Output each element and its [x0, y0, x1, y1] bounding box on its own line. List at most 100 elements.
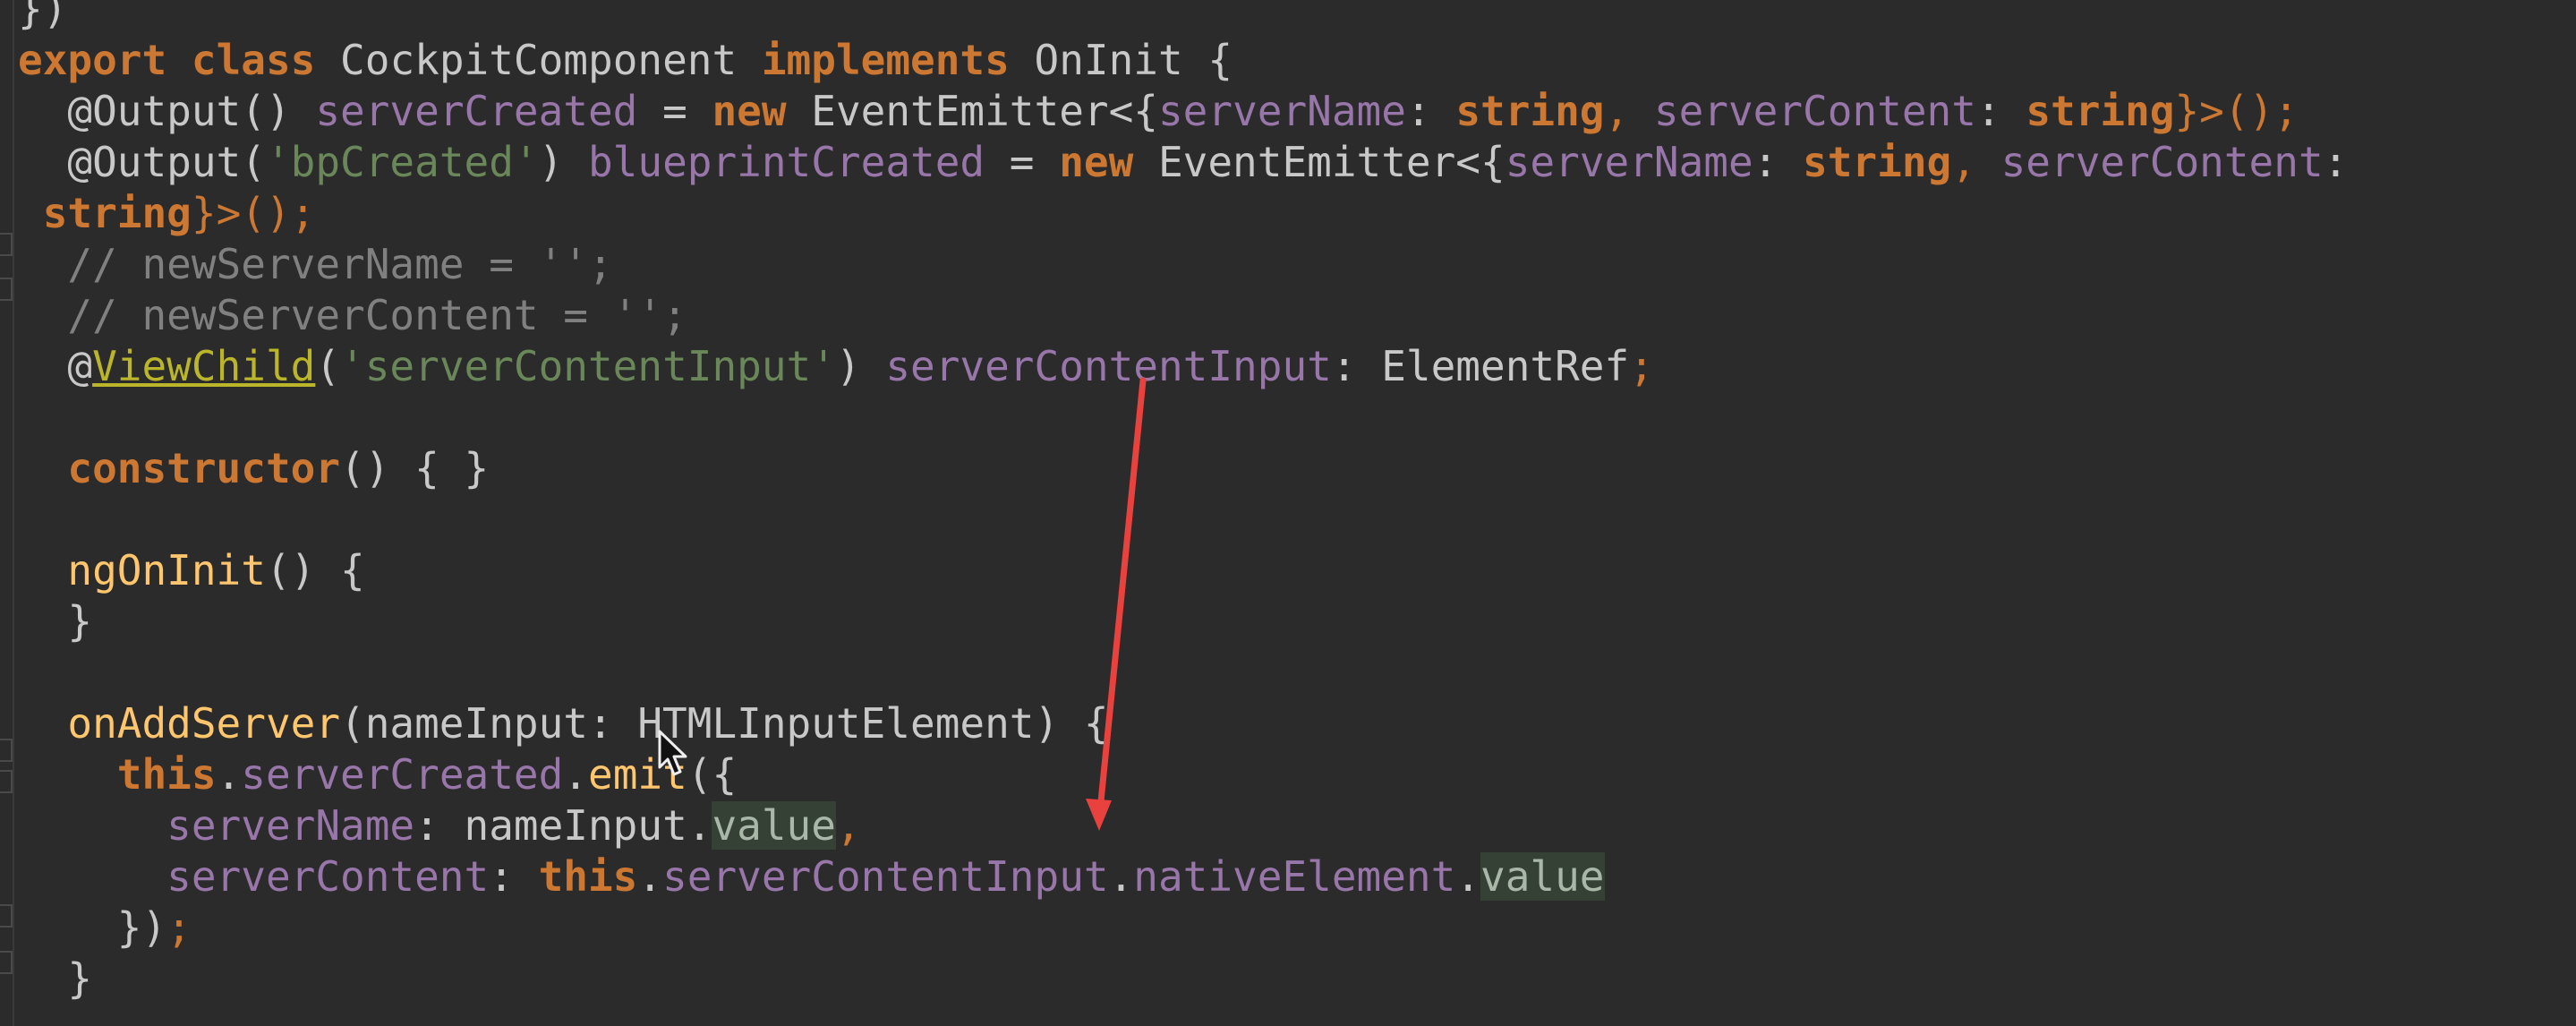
code-token: ; [166, 903, 192, 952]
code-token: () [241, 87, 316, 135]
code-line[interactable]: }); [18, 902, 192, 953]
code-token: ViewChild [92, 342, 316, 390]
code-line[interactable]: // newServerContent = ''; [18, 290, 687, 341]
code-token: : nameInput. [414, 801, 712, 850]
code-token: CockpitComponent [315, 36, 762, 84]
code-token: }>(); [191, 189, 316, 237]
code-token: serverCreated [315, 87, 638, 135]
fold-marker[interactable] [0, 739, 13, 762]
fold-marker[interactable] [0, 233, 13, 256]
code-line[interactable]: serverName: nameInput.value, [18, 800, 861, 851]
fold-marker[interactable] [0, 904, 13, 928]
code-token: value [1480, 852, 1605, 901]
code-token: serverContent [166, 852, 490, 901]
code-token: = [985, 138, 1060, 186]
code-line[interactable]: ngOnInit() { [18, 545, 365, 596]
code-token: ) [835, 342, 886, 390]
code-token: @Output( [18, 138, 266, 186]
fold-marker[interactable] [0, 951, 13, 974]
code-token: ngOnInit [67, 546, 266, 594]
code-token: : [1405, 87, 1456, 135]
code-line[interactable]: @Output('bpCreated') blueprintCreated = … [18, 137, 2348, 188]
code-token: constructor [67, 444, 341, 492]
code-token: }) [18, 903, 167, 952]
code-token: EventEmitter<{ [1133, 138, 1506, 186]
code-line[interactable]: export class CockpitComponent implements… [18, 35, 1233, 86]
code-token: serverName [1157, 87, 1406, 135]
code-token: export [18, 36, 167, 84]
code-line[interactable]: } [18, 596, 92, 647]
code-token: string [1803, 138, 1952, 186]
code-token: : [1753, 138, 1804, 186]
code-token: this [116, 750, 217, 799]
code-token: . [1108, 852, 1134, 901]
code-token: @Output [18, 87, 242, 135]
code-token: @ [18, 342, 93, 390]
code-token: }) [18, 0, 68, 33]
code-token: , [835, 801, 861, 850]
code-token: string [18, 189, 192, 237]
code-line[interactable]: // newServerName = ''; [18, 239, 613, 290]
code-token: OnInit { [1009, 36, 1233, 84]
code-token: ({ [687, 750, 738, 799]
code-token: : [1975, 87, 2026, 135]
code-line[interactable]: serverContent: this.serverContentInput.n… [18, 851, 1605, 902]
code-token: serverContent [2000, 138, 2324, 186]
code-token: , [1604, 87, 1654, 135]
code-token: } [18, 597, 93, 646]
editor-gutter [0, 0, 14, 1026]
code-line[interactable]: } [18, 953, 92, 1005]
code-token: string [1455, 87, 1605, 135]
fold-marker[interactable] [0, 278, 13, 301]
code-token: 'serverContentInput' [340, 342, 836, 390]
code-token: } [18, 954, 93, 1003]
code-token: ) [538, 138, 588, 186]
code-area[interactable]: }) export class CockpitComponent implemen… [18, 0, 2576, 1026]
code-token: class [191, 36, 316, 84]
code-token: . [216, 750, 242, 799]
code-token: () { [265, 546, 365, 594]
code-token: this [538, 852, 638, 901]
code-token: ; [1629, 342, 1654, 390]
code-line[interactable]: string}>(); [18, 188, 316, 239]
code-token: serverContent [1653, 87, 1976, 135]
code-token: : [2323, 138, 2349, 186]
code-token: 'bpCreated' [265, 138, 539, 186]
code-token: value [712, 801, 836, 850]
code-token: blueprintCreated [587, 138, 985, 186]
code-line[interactable]: @ViewChild('serverContentInput') serverC… [18, 341, 1654, 392]
code-line[interactable]: @Output() serverCreated = new EventEmitt… [18, 86, 2299, 137]
code-token: // newServerContent = ''; [18, 291, 687, 339]
code-token: string [2026, 87, 2175, 135]
code-token: serverCreated [241, 750, 564, 799]
code-token: : ElementRef [1331, 342, 1630, 390]
code-editor[interactable]: }) export class CockpitComponent implemen… [0, 0, 2576, 1026]
code-line[interactable]: }) [18, 0, 67, 35]
mouse-cursor-icon [658, 730, 687, 776]
code-line[interactable]: this.serverCreated.emit({ [18, 749, 737, 800]
code-token: serverName [166, 801, 415, 850]
code-token: . [563, 750, 588, 799]
code-token: serverContentInput [662, 852, 1109, 901]
code-token: new [1059, 138, 1134, 186]
code-line[interactable]: onAddServer(nameInput: HTMLInputElement)… [18, 698, 1109, 749]
code-token: }>(); [2174, 87, 2299, 135]
fold-marker[interactable] [0, 770, 13, 793]
code-line[interactable]: constructor() { } [18, 443, 489, 494]
code-token: // newServerName = ''; [18, 240, 613, 288]
code-token: () { } [340, 444, 490, 492]
code-token: new [712, 87, 787, 135]
code-token: onAddServer [67, 699, 341, 748]
code-token: nativeElement [1133, 852, 1456, 901]
code-token: serverContentInput [885, 342, 1332, 390]
code-token: , [1951, 138, 2001, 186]
code-token: EventEmitter<{ [786, 87, 1158, 135]
code-token: implements [761, 36, 1010, 84]
code-token: (nameInput: HTMLInputElement) { [340, 699, 1109, 748]
